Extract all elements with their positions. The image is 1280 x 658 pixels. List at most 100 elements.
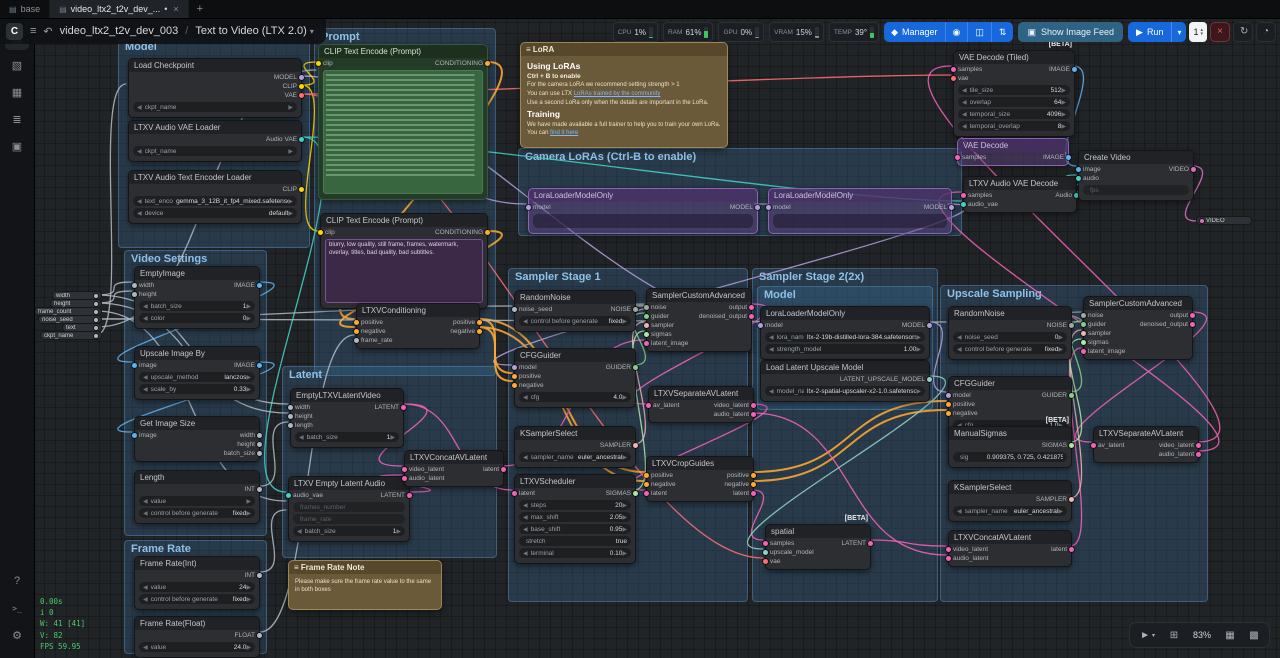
output-FLOAT[interactable]: FLOAT — [232, 631, 259, 640]
output-SIGMAS[interactable]: SIGMAS — [603, 489, 635, 498]
input-width[interactable]: width — [291, 403, 316, 412]
widget-ckpt-name[interactable]: ◀ckpt_name▶ — [133, 102, 297, 112]
widget-control-before-generate[interactable]: ◀control before generatefixed▶ — [139, 508, 255, 518]
output-latent[interactable]: latent — [1048, 545, 1071, 554]
input-negative[interactable]: negative — [949, 409, 981, 418]
widget-value[interactable]: ◀value24.0▶ — [139, 642, 255, 652]
input-audio_vae[interactable]: audio_vae — [964, 200, 1001, 209]
widget-noise-seed[interactable]: ◀noise_seed0▶ — [953, 332, 1067, 342]
sidebar-queue-button[interactable]: ≣ — [5, 107, 29, 131]
node-frame-rate-note[interactable]: ≡ Frame Rate NotePlease make sure the fr… — [288, 560, 442, 610]
widget-sampler-name[interactable]: ◀sampler_nameeuler_ancestral▶ — [519, 452, 631, 462]
output-Audio[interactable]: Audio — [1052, 191, 1076, 200]
widget-sampler-name[interactable]: ◀sampler_nameeuler_ancestral▶ — [953, 506, 1067, 516]
input-length[interactable]: length — [291, 421, 316, 430]
undo-icon[interactable]: ↶ — [43, 25, 52, 38]
input-samples[interactable]: samples — [766, 539, 817, 548]
output-MODEL[interactable]: MODEL — [271, 73, 301, 82]
tab-base[interactable]: ▤ base — [0, 0, 50, 18]
input-positive[interactable]: positive — [515, 372, 547, 381]
widget-control-before-generate[interactable]: ◀control before generatefixed▶ — [519, 316, 631, 326]
widget-bar[interactable] — [533, 214, 753, 228]
node-ksampler-select-1[interactable]: KSamplerSelectSAMPLER◀sampler_nameeuler_… — [514, 426, 636, 468]
fit-view-button[interactable]: ⊞ — [1163, 625, 1185, 645]
node-empty-image[interactable]: EmptyImagewidthheightIMAGE◀batch_size1▶◀… — [134, 266, 260, 329]
slot-dot[interactable] — [94, 334, 98, 338]
widget-stretch[interactable]: stretchtrue — [519, 536, 631, 546]
node-sampler-custom-advanced-2[interactable]: SamplerCustomAdvancednoiseguidersamplers… — [1083, 296, 1193, 360]
node-ltxv-audio-vae-decode[interactable]: LTXV Audio VAE Decodesamplesaudio_vaeAud… — [963, 176, 1077, 213]
input-sampler[interactable]: sampler — [647, 321, 691, 330]
node-ksampler-select-2[interactable]: KSamplerSelectSAMPLER◀sampler_nameeuler_… — [948, 480, 1072, 522]
tab-current-workflow[interactable]: ▤ video_ltx2_t2v_dev_... • × — [50, 0, 189, 18]
node-ltxv-separate-av-latent-1[interactable]: LTXVSeparateAVLatentav_latentvideo_laten… — [648, 386, 754, 423]
input-clip[interactable]: clip — [321, 228, 338, 237]
node-ltxv-concat-av-latent-2[interactable]: LTXVConcatAVLatentvideo_latentaudio_late… — [948, 530, 1072, 567]
output-CONDITIONING[interactable]: CONDITIONING — [432, 228, 487, 237]
input-video_latent[interactable]: video_latent — [949, 545, 991, 554]
widget-bar[interactable] — [773, 214, 947, 228]
input-width[interactable]: width — [135, 281, 160, 290]
output-audio_latent[interactable]: audio_latent — [711, 410, 753, 419]
notifications-button[interactable]: ◉ — [945, 22, 968, 42]
input-vae[interactable]: vae — [954, 74, 985, 83]
run-options-caret[interactable]: ▾ — [1171, 22, 1186, 42]
output-INT[interactable]: INT — [242, 571, 259, 580]
input-sigmas[interactable]: sigmas — [1084, 338, 1128, 347]
widget-terminal[interactable]: ◀terminal0.10▶ — [519, 548, 631, 558]
extensions-button[interactable]: ◫ — [967, 22, 991, 42]
input-height[interactable]: height — [135, 290, 160, 299]
input-positive[interactable]: positive — [647, 471, 679, 480]
comfyui-logo[interactable]: C — [6, 23, 23, 40]
input-image[interactable]: image — [135, 361, 160, 370]
output-denoised_output[interactable]: denoised_output — [696, 312, 751, 321]
widget-text-encoder[interactable]: ◀text_encodergemma_3_12B_it_fp4_mixed.sa… — [133, 196, 297, 206]
node-random-noise-2[interactable]: RandomNoiseNOISE◀noise_seed0▶◀control be… — [948, 306, 1072, 360]
settings-button[interactable]: ⚙ — [5, 623, 29, 647]
terminal-button[interactable]: >_ — [5, 596, 29, 620]
output-VIDEO[interactable]: VIDEO — [1166, 165, 1193, 174]
output-denoised_output[interactable]: denoised_output — [1137, 320, 1192, 329]
input-latent_image[interactable]: latent_image — [1084, 347, 1128, 356]
output-positive[interactable]: positive — [724, 471, 753, 480]
input-model[interactable]: model — [949, 391, 981, 400]
sidebar-nodes-button[interactable]: ▦ — [5, 80, 29, 104]
close-tab-icon[interactable]: × — [173, 4, 178, 14]
output-negative[interactable]: negative — [447, 327, 479, 336]
widget-value[interactable]: ◀value▶ — [139, 496, 255, 506]
node-spatial-upscaler[interactable]: [BETA]spatialsamplesupscale_modelvaeLATE… — [765, 524, 871, 570]
output-LATENT_UPSCALE_MODEL[interactable]: LATENT_UPSCALE_MODEL — [837, 375, 929, 384]
widget-scale-by[interactable]: ◀scale_by0.33▶ — [139, 384, 255, 394]
output-LATENT[interactable]: LATENT — [839, 539, 870, 548]
slot-dot[interactable] — [94, 294, 98, 298]
input-image[interactable]: image — [135, 431, 160, 440]
output-output[interactable]: output — [726, 303, 751, 312]
input-model[interactable]: model — [761, 321, 786, 330]
output-width[interactable]: width — [237, 431, 259, 440]
input-frame_rate[interactable]: frame_rate — [357, 336, 395, 345]
input-height[interactable]: height — [291, 412, 316, 421]
output-IMAGE[interactable]: IMAGE — [1046, 65, 1074, 74]
history-button[interactable]: ◔ — [1256, 22, 1276, 42]
output-NOISE[interactable]: NOISE — [608, 305, 635, 314]
input-sigmas[interactable]: sigmas — [647, 330, 691, 339]
slot-dot[interactable] — [94, 302, 98, 306]
input-guider[interactable]: guider — [647, 312, 691, 321]
input-negative[interactable]: negative — [515, 381, 547, 390]
manager-button[interactable]: ◆Manager — [884, 22, 944, 42]
input-noise[interactable]: noise — [1084, 311, 1128, 320]
widget-device[interactable]: ◀devicedefault▶ — [133, 208, 297, 218]
step-down-icon[interactable]: ▾ — [1200, 32, 1203, 36]
widget-cfg[interactable]: ◀cfg4.0▶ — [519, 392, 631, 402]
node-canvas[interactable]: ModelPromptVideo SettingsLatentFrame Rat… — [0, 0, 1280, 658]
workflow-mode-dropdown[interactable]: Text to Video (LTX 2.0) ▾ — [195, 25, 314, 37]
output-MODEL[interactable]: MODEL — [727, 203, 757, 212]
widget-control-before-generate[interactable]: ◀control before generatefixed▶ — [953, 344, 1067, 354]
widget-steps[interactable]: ◀steps20▶ — [519, 500, 631, 510]
node-sampler-custom-advanced-1[interactable]: SamplerCustomAdvancednoiseguidersamplers… — [646, 288, 752, 352]
queue-count-input[interactable]: 1 ▴▾ — [1189, 22, 1207, 42]
node-get-image-size[interactable]: Get Image Sizeimagewidthheightbatch_size — [134, 416, 260, 462]
output-INT[interactable]: INT — [242, 485, 259, 494]
workflow-name[interactable]: video_ltx2_t2v_dev_003 — [60, 25, 179, 37]
input-audio[interactable]: audio — [1079, 174, 1104, 183]
